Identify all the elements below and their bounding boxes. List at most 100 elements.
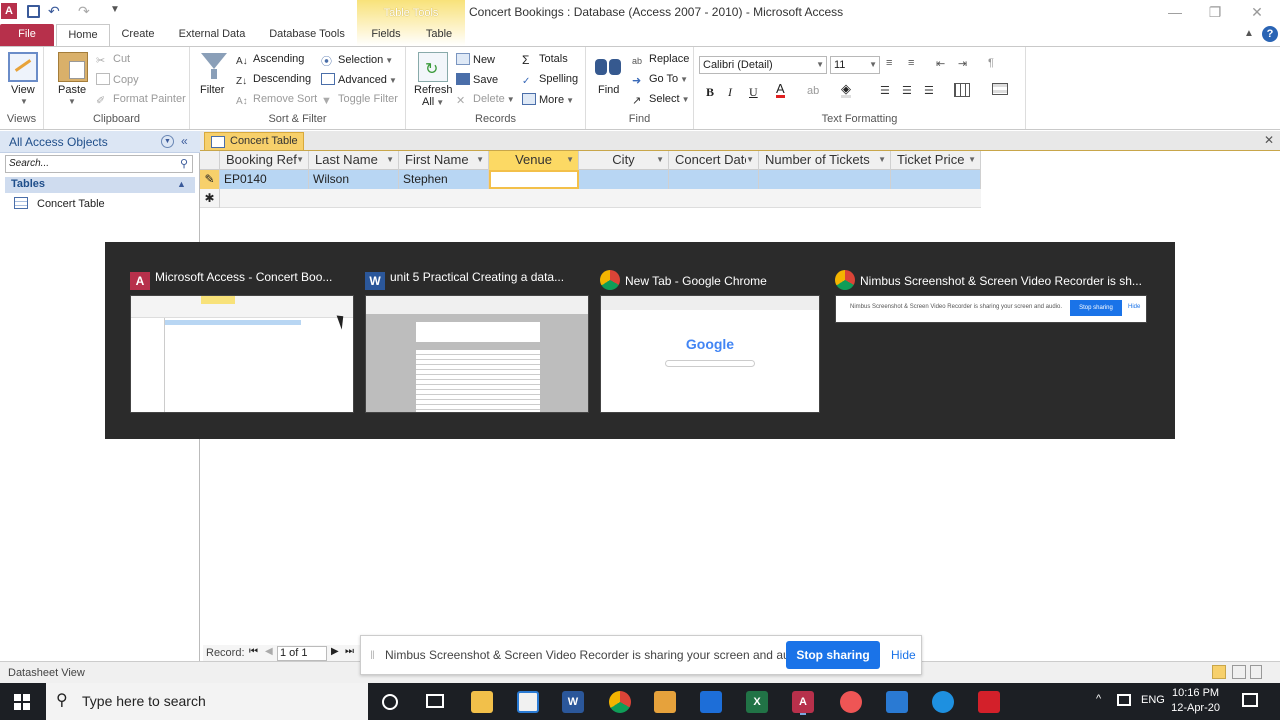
font-color-icon[interactable]: A bbox=[776, 82, 785, 98]
col-dropdown-icon[interactable]: ▼ bbox=[566, 151, 574, 169]
new-record-star-icon[interactable]: ✱ bbox=[200, 189, 220, 208]
new-record-row[interactable]: ✱ bbox=[200, 189, 981, 208]
last-record-icon[interactable]: ⏭ bbox=[345, 646, 354, 657]
goto-button[interactable]: ➜ Go To ▼ bbox=[632, 73, 688, 87]
record-number-input[interactable]: 1 of 1 bbox=[277, 646, 327, 661]
more-button[interactable]: More ▼ bbox=[522, 93, 574, 106]
excel-icon[interactable]: X bbox=[746, 691, 768, 713]
col-concert-date[interactable]: Concert Date ▼ bbox=[669, 151, 759, 170]
paste-button[interactable]: Paste bbox=[58, 84, 86, 96]
paste-dropdown-icon[interactable]: ▼ bbox=[68, 97, 76, 106]
close-button[interactable]: ✕ bbox=[1237, 2, 1277, 22]
ascending-button[interactable]: A↓ Ascending bbox=[236, 53, 304, 68]
select-button[interactable]: ↗ Select ▼ bbox=[632, 93, 690, 107]
cell-ticket-price[interactable] bbox=[891, 170, 981, 189]
col-last-name[interactable]: Last Name ▼ bbox=[309, 151, 399, 170]
pivot-view-icon[interactable] bbox=[1232, 665, 1246, 679]
drag-handle-icon[interactable]: ‖ bbox=[370, 648, 375, 662]
minimize-button[interactable]: — bbox=[1155, 2, 1195, 22]
paste-icon[interactable] bbox=[58, 52, 88, 82]
fill-color-icon[interactable]: ◈ bbox=[841, 82, 851, 98]
align-left-icon[interactable]: ☰ bbox=[880, 84, 890, 97]
col-dropdown-icon[interactable]: ▼ bbox=[296, 151, 304, 169]
nav-pane-header[interactable]: All Access Objects ▼ « bbox=[0, 131, 200, 153]
mail-icon[interactable] bbox=[886, 691, 908, 713]
cut-button[interactable]: ✂ Cut bbox=[96, 53, 130, 67]
col-number-of-tickets[interactable]: Number of Tickets ▼ bbox=[759, 151, 891, 170]
network-icon[interactable] bbox=[1117, 694, 1131, 706]
thumbnail-word[interactable] bbox=[365, 295, 589, 413]
find-button[interactable]: Find bbox=[598, 84, 619, 96]
new-record-button[interactable]: New bbox=[456, 53, 495, 66]
view-dropdown-icon[interactable]: ▼ bbox=[20, 97, 28, 106]
col-dropdown-icon[interactable]: ▼ bbox=[476, 151, 484, 169]
underline-button[interactable]: U bbox=[749, 85, 758, 100]
start-windows-icon[interactable] bbox=[14, 694, 30, 710]
switcher-window-access[interactable]: A Microsoft Access - Concert Boo... bbox=[130, 270, 332, 290]
selection-button[interactable]: ⦿ Selection ▼ bbox=[321, 53, 393, 68]
tab-file[interactable]: File bbox=[0, 24, 54, 46]
notifications-icon[interactable] bbox=[1242, 693, 1258, 707]
indent-decrease-icon[interactable]: ⇤ bbox=[936, 57, 945, 70]
acrobat-icon[interactable] bbox=[978, 691, 1000, 713]
view-icon[interactable] bbox=[8, 52, 38, 82]
col-venue[interactable]: Venue ▼ bbox=[489, 151, 579, 170]
font-name-combo[interactable]: Calibri (Detail) ▼ bbox=[699, 56, 827, 74]
col-dropdown-icon[interactable]: ▼ bbox=[968, 151, 976, 169]
prev-record-icon[interactable]: ◀ bbox=[265, 646, 273, 657]
nav-group-tables[interactable]: Tables ▲ bbox=[5, 177, 195, 193]
chart-view-icon[interactable] bbox=[1250, 665, 1262, 679]
highlight-icon[interactable]: ab bbox=[807, 85, 819, 97]
delete-record-button[interactable]: ✕ Delete ▼ bbox=[456, 93, 515, 107]
access-app-icon[interactable]: A bbox=[1, 3, 17, 19]
file-explorer-icon[interactable] bbox=[471, 691, 493, 713]
help-icon[interactable]: ? bbox=[1262, 26, 1278, 42]
copy-button[interactable]: Copy bbox=[96, 73, 139, 86]
paragraph-direction-icon[interactable]: ¶ bbox=[988, 57, 994, 69]
filter-button[interactable]: Filter bbox=[200, 84, 224, 96]
quick-access-dropdown-icon[interactable]: ▼ bbox=[110, 4, 120, 15]
language-indicator[interactable]: ENG bbox=[1141, 694, 1165, 706]
refresh-all-button[interactable]: Refresh bbox=[414, 84, 453, 96]
toggle-filter-button[interactable]: ▼ Toggle Filter bbox=[321, 93, 398, 107]
nav-search-input[interactable]: Search... bbox=[5, 155, 193, 173]
save-record-button[interactable]: Save bbox=[456, 73, 498, 86]
alternate-row-color-icon[interactable] bbox=[992, 83, 1008, 95]
table-row[interactable]: ✎ EP0140 Wilson Stephen bbox=[200, 170, 981, 189]
tab-external-data[interactable]: External Data bbox=[168, 24, 256, 46]
replace-button[interactable]: ab Replace bbox=[632, 53, 689, 68]
access-taskbar-icon[interactable]: A bbox=[792, 691, 814, 713]
col-booking-ref[interactable]: Booking Ref ▼ bbox=[220, 151, 309, 170]
thumbnail-access[interactable] bbox=[130, 295, 354, 413]
word-taskbar-icon[interactable]: W bbox=[562, 691, 584, 713]
record-selector-header[interactable] bbox=[200, 151, 220, 170]
gridlines-icon[interactable] bbox=[954, 83, 970, 97]
cell-last-name[interactable]: Wilson bbox=[309, 170, 399, 189]
tab-table[interactable]: Table bbox=[414, 24, 464, 46]
switcher-window-nimbus[interactable]: Nimbus Screenshot & Screen Video Recorde… bbox=[835, 270, 1142, 290]
cell-city[interactable] bbox=[579, 170, 669, 189]
switcher-window-chrome[interactable]: New Tab - Google Chrome bbox=[600, 270, 767, 290]
cell-concert-date[interactable] bbox=[669, 170, 759, 189]
remove-sort-button[interactable]: A↕ Remove Sort bbox=[236, 93, 317, 108]
col-dropdown-icon[interactable]: ▼ bbox=[878, 151, 886, 169]
tab-database-tools[interactable]: Database Tools bbox=[260, 24, 354, 46]
totals-button[interactable]: Σ Totals bbox=[522, 53, 568, 67]
doc-tab-concert-table[interactable]: Concert Table bbox=[204, 132, 304, 150]
system-clock[interactable]: 10:16 PM 12-Apr-20 bbox=[1171, 686, 1220, 716]
nav-shutter-icon[interactable]: « bbox=[181, 134, 188, 148]
close-doc-icon[interactable]: ✕ bbox=[1264, 133, 1274, 147]
cell-first-name[interactable]: Stephen bbox=[399, 170, 489, 189]
store-icon[interactable] bbox=[517, 691, 539, 713]
tab-create[interactable]: Create bbox=[112, 24, 164, 46]
cell-number-of-tickets[interactable] bbox=[759, 170, 891, 189]
save-icon[interactable] bbox=[27, 5, 40, 18]
cortana-icon[interactable] bbox=[382, 694, 398, 710]
datasheet-view-icon[interactable] bbox=[1212, 665, 1226, 679]
thumbnail-chrome[interactable]: Google bbox=[600, 295, 820, 413]
ribbon-collapse-icon[interactable]: ▲ bbox=[1244, 28, 1254, 39]
thumbnail-nimbus[interactable]: Nimbus Screenshot & Screen Video Recorde… bbox=[835, 295, 1147, 323]
chrome-taskbar-icon[interactable] bbox=[609, 691, 631, 713]
stop-sharing-button[interactable]: Stop sharing bbox=[786, 641, 880, 669]
col-dropdown-icon[interactable]: ▼ bbox=[746, 151, 754, 169]
